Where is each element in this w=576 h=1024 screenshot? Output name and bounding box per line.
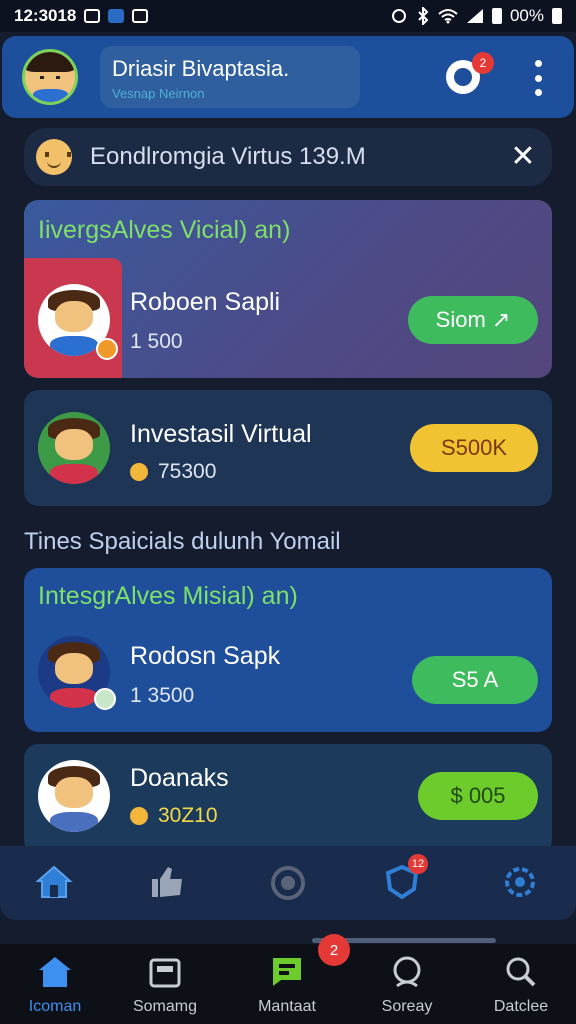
card-heading-2: IntesgrAlves Misial) an) — [38, 582, 298, 610]
app-notification-icon — [108, 9, 125, 23]
player-name-3: Doanaks — [130, 764, 229, 792]
invest-value-button[interactable]: S500K — [410, 424, 538, 472]
search-bar[interactable]: Eondlromgia Virtus 139.M ✕ — [24, 128, 552, 186]
sign-button[interactable]: Siom ↗ — [408, 296, 538, 344]
tools-badge-icon — [94, 688, 116, 710]
nav-label-chat: Mantaat — [258, 998, 316, 1015]
player-amount-3: 30Z10 — [130, 804, 218, 828]
status-left: 12:3018 — [14, 6, 149, 26]
nav-badge: 2 — [318, 934, 350, 966]
home-tab-icon[interactable] — [32, 860, 76, 904]
smiley-icon — [36, 139, 72, 175]
chat-icon — [273, 958, 301, 986]
player-amount-2: 1 3500 — [130, 684, 194, 708]
status-time: 12:3018 — [14, 6, 77, 25]
price-button[interactable]: $ 005 — [418, 772, 538, 820]
player-name: Roboen Sapli — [130, 288, 281, 316]
battery-icon — [491, 8, 502, 24]
section-label: Tines Spaicials dulunh Yomail — [24, 528, 341, 555]
camera-icon — [454, 68, 472, 86]
header-title: Driasir Bivaptasia. — [112, 56, 290, 81]
action-tab-strip — [0, 846, 576, 920]
nav-item-home[interactable]: Icoman — [0, 954, 110, 1020]
more-options-icon[interactable] — [530, 60, 546, 96]
profile-icon — [393, 956, 421, 988]
player-avatar-3[interactable] — [38, 760, 110, 832]
status-badge-icon — [96, 338, 118, 360]
search-icon — [506, 957, 536, 987]
calendar-icon — [149, 958, 181, 988]
message-icon — [132, 9, 149, 23]
player-amount-value: 1 500 — [130, 330, 183, 353]
camera-tab-icon[interactable] — [266, 860, 310, 904]
featured-card-2: IntesgrAlves Misial) an) Rodosn Sapk 1 3… — [24, 568, 552, 732]
like-icon[interactable] — [146, 860, 190, 904]
nav-item-search[interactable]: Datclee — [466, 954, 576, 1020]
investment-card: Investasil Virtual 75300 S500K — [24, 390, 552, 506]
bottom-navigation: Icoman Somamg Mantaat Soreay Datclee — [0, 944, 576, 1024]
coin-icon — [130, 463, 148, 481]
nav-label-home: Icoman — [28, 998, 82, 1015]
player-name-2: Rodosn Sapk — [130, 642, 281, 670]
nav-item-profile[interactable]: Soreay — [352, 954, 462, 1020]
gear-value-button[interactable]: S5 A — [412, 656, 538, 704]
status-right: 00% — [390, 6, 562, 26]
header-title-box[interactable]: Driasir Bivaptasia. Vesnap Neirnon — [100, 46, 360, 108]
featured-card: IivergsAlves Vicial) an) Roboen Sapli 1 … — [24, 200, 552, 378]
bluetooth-icon — [418, 7, 429, 25]
profile-header: Driasir Bivaptasia. Vesnap Neirnon 2 — [2, 36, 574, 118]
nav-label-profile: Soreay — [381, 998, 433, 1015]
search-text[interactable]: Eondlromgia Virtus 139.M — [90, 143, 366, 171]
alarm-icon — [391, 9, 406, 23]
coin-icon-2 — [130, 807, 148, 825]
tab-badge: 12 — [408, 854, 428, 874]
home-icon — [39, 957, 71, 987]
signal-icon — [466, 9, 483, 23]
settings-tab-icon[interactable] — [498, 860, 542, 904]
investment-title: Investasil Virtual — [130, 420, 312, 448]
battery-percent: 00% — [509, 6, 544, 25]
player-amount-3-value: 30Z10 — [158, 804, 218, 827]
header-subtitle: Vesnap Neirnon — [112, 86, 205, 101]
user-avatar[interactable] — [22, 49, 78, 105]
nav-label-schedule: Somamg — [132, 998, 198, 1015]
card-heading: IivergsAlves Vicial) an) — [38, 216, 291, 244]
status-bar: 12:3018 00% — [0, 0, 576, 32]
wifi-icon — [438, 9, 458, 24]
investment-amount: 75300 — [130, 460, 216, 484]
notification-badge: 2 — [472, 52, 494, 74]
close-icon[interactable]: ✕ — [508, 142, 538, 172]
player-card: Doanaks 30Z10 $ 005 — [24, 744, 552, 854]
investor-avatar[interactable] — [38, 412, 110, 484]
battery-indicator-icon — [552, 8, 562, 24]
player-amount-2-value: 1 3500 — [130, 684, 195, 707]
investment-amount-value: 75300 — [158, 460, 217, 483]
player-amount: 1 500 — [130, 330, 183, 354]
screenshot-icon — [84, 9, 101, 23]
nav-label-search: Datclee — [493, 998, 549, 1015]
nav-item-schedule[interactable]: Somamg — [110, 954, 220, 1020]
